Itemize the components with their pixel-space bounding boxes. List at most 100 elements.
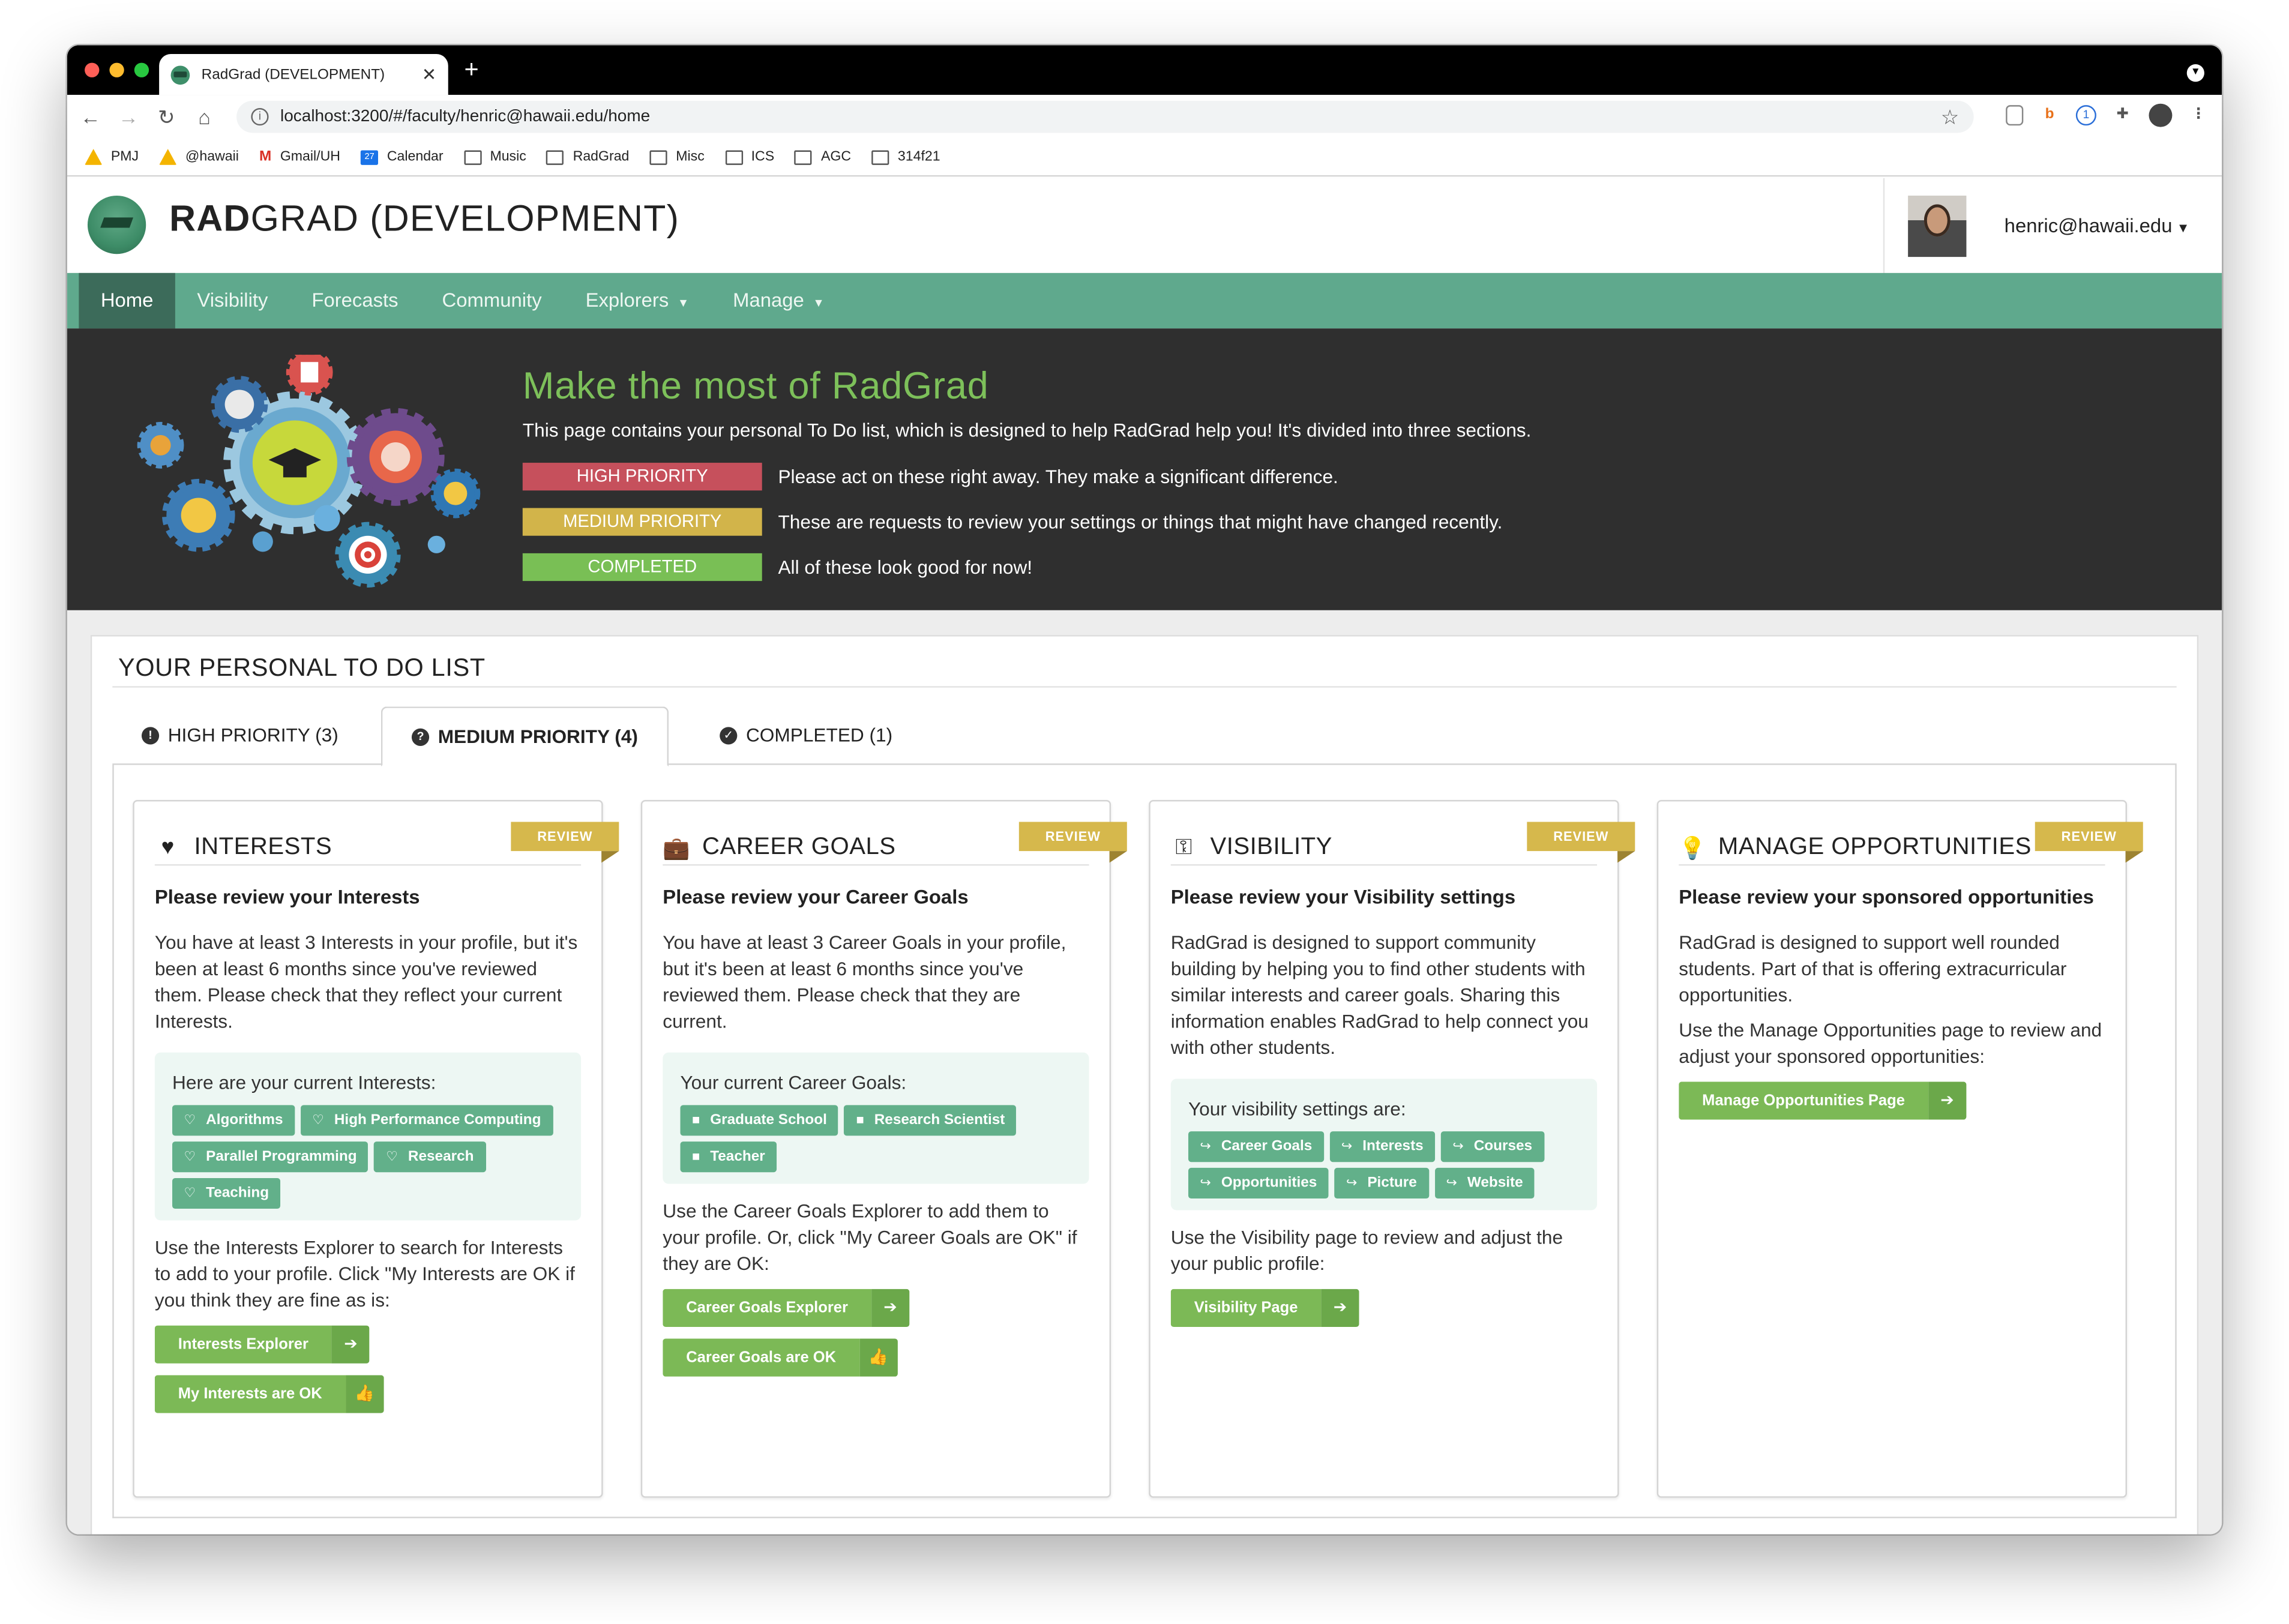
forward-arrow-icon[interactable]: → [114, 105, 143, 128]
bookmark-radgrad[interactable]: RadGrad [546, 149, 629, 165]
tab-completed[interactable]: ✓ COMPLETED (1) [691, 706, 922, 765]
box-title: Here are your current Interests: [172, 1071, 436, 1093]
card-text-2: Use the Interests Explorer to search for… [154, 1236, 575, 1311]
reload-icon[interactable]: ↻ [152, 104, 181, 129]
site-brand[interactable]: RADGRAD (DEVELOPMENT) [169, 199, 679, 241]
puzzle-icon[interactable]: ✚ [2111, 104, 2134, 127]
kebab-menu-icon[interactable]: ⋮ [2187, 104, 2210, 127]
gears-illustration [137, 355, 481, 588]
card-subtitle: Please review your Career Goals [663, 886, 969, 908]
radgrad-favicon-icon [170, 65, 190, 84]
maximize-window-button[interactable] [134, 62, 149, 77]
card-body: You have at least 3 Career Goals in your… [663, 930, 1089, 1377]
bookmark-pmj[interactable]: PMJ [85, 149, 139, 165]
card-header: 💼 CAREER GOALS [663, 831, 1089, 866]
browser-window: RadGrad (DEVELOPMENT) ✕ + ▼ ← → ↻ ⌂ i lo… [67, 45, 2222, 1535]
interest-chip-parallel-programming[interactable]: ♡ Parallel Programming [172, 1141, 369, 1173]
main-nav: Home Visibility Forecasts Community Expl… [67, 272, 2222, 329]
folder-icon [795, 149, 813, 164]
card-header: 💡 MANAGE OPPORTUNITIES [1679, 831, 2105, 866]
visibility-box: Your visibility settings are: ↪ Career Go… [1170, 1078, 1598, 1210]
career-chips: ■ Graduate School ■ Research Scientist ■ Te… [680, 1105, 1071, 1173]
avatar[interactable] [1908, 194, 1967, 256]
close-tab-icon[interactable]: ✕ [422, 64, 436, 85]
card-text-2: Use the Career Goals Explorer to add the… [663, 1200, 1077, 1275]
visibility-card: REVIEW ⚿ VISIBILITY Please review your V… [1149, 799, 1635, 1498]
nav-home[interactable]: Home [79, 272, 175, 329]
share-icon: ↪ [1341, 1138, 1353, 1153]
address-bar[interactable]: i localhost:3200/#/faculty/henric@hawaii… [236, 100, 1974, 133]
caret-down-icon: ▼ [2176, 220, 2190, 235]
reader-icon[interactable] [2006, 105, 2024, 126]
site-info-icon[interactable]: i [251, 107, 269, 126]
visibility-chip-website[interactable]: ↪ Website [1434, 1167, 1535, 1199]
interest-chip-teaching[interactable]: ♡ Teaching [172, 1177, 281, 1209]
bookmark-agc[interactable]: AGC [795, 149, 851, 165]
visibility-chip-interests[interactable]: ↪ Interests [1329, 1131, 1436, 1162]
lightbulb-icon: 💡 [1679, 835, 1707, 861]
career-chip-teacher[interactable]: ■ Teacher [680, 1141, 777, 1173]
visibility-chips: ↪ Career Goals ↪ Interests ↪ Courses ↪ Oppor… [1188, 1131, 1580, 1199]
nav-forecasts[interactable]: Forecasts [290, 273, 420, 328]
career-chip-graduate-school[interactable]: ■ Graduate School [680, 1105, 839, 1136]
bookmark-314f21[interactable]: 314f21 [871, 149, 940, 165]
visibility-chip-picture[interactable]: ↪ Picture [1334, 1167, 1429, 1199]
manage-opportunities-page-button[interactable]: Manage Opportunities Page ➔ [1679, 1081, 1967, 1120]
bookmark-hawaii[interactable]: @hawaii [159, 149, 239, 165]
visibility-page-button[interactable]: Visibility Page ➔ [1170, 1289, 1359, 1328]
tab-high-priority[interactable]: ! HIGH PRIORITY (3) [112, 706, 367, 765]
home-icon[interactable]: ⌂ [190, 105, 219, 128]
bookmark-music[interactable]: Music [463, 149, 526, 165]
bookmark-star-icon[interactable]: ☆ [1941, 104, 1960, 129]
extension-icon[interactable]: b [2038, 104, 2062, 127]
share-icon: ↪ [1200, 1175, 1211, 1190]
heart-outline-icon: ♡ [184, 1112, 196, 1127]
extensions-area: b 1 ✚ ⋮ [2006, 103, 2210, 127]
interests-explorer-button[interactable]: Interests Explorer ➔ [154, 1325, 370, 1364]
interest-chip-hpc[interactable]: ♡ High Performance Computing [300, 1105, 553, 1136]
new-tab-button[interactable]: + [465, 56, 479, 83]
visibility-chip-opportunities[interactable]: ↪ Opportunities [1188, 1167, 1329, 1199]
career-chip-research-scientist[interactable]: ■ Research Scientist [844, 1105, 1017, 1136]
my-interests-ok-button[interactable]: My Interests are OK 👍 [154, 1375, 384, 1413]
page-content: RADGRAD (DEVELOPMENT) henric@hawaii.edu ▼… [67, 178, 2222, 1535]
high-priority-badge: HIGH PRIORITY [522, 463, 762, 491]
bookmark-misc[interactable]: Misc [649, 149, 705, 165]
password-manager-icon[interactable]: 1 [2075, 105, 2096, 126]
bookmark-gmail[interactable]: M Gmail/UH [259, 149, 340, 165]
heart-outline-icon: ♡ [386, 1149, 398, 1164]
nav-manage[interactable]: Manage ▼ [711, 273, 847, 328]
todo-title: YOUR PERSONAL TO DO LIST [118, 654, 486, 682]
back-arrow-icon[interactable]: ← [76, 105, 105, 128]
card-body: RadGrad is designed to support community… [1170, 930, 1598, 1328]
arrow-circle-right-icon: ➔ [1928, 1081, 1967, 1120]
interest-chip-research[interactable]: ♡ Research [374, 1141, 486, 1173]
heart-outline-icon: ♡ [312, 1112, 324, 1127]
share-icon: ↪ [1346, 1175, 1358, 1190]
bookmark-ics[interactable]: ICS [724, 149, 774, 165]
career-goals-ok-button[interactable]: Career Goals are OK 👍 [663, 1338, 898, 1377]
tab-search-icon[interactable]: ▼ [2186, 64, 2204, 82]
gmail-icon: M [259, 149, 272, 165]
career-goals-explorer-button[interactable]: Career Goals Explorer ➔ [663, 1289, 910, 1328]
title-bar: RadGrad (DEVELOPMENT) ✕ + ▼ [67, 45, 2222, 95]
minimize-window-button[interactable] [109, 62, 124, 77]
nav-visibility[interactable]: Visibility [175, 273, 290, 328]
visibility-chip-career-goals[interactable]: ↪ Career Goals [1188, 1131, 1324, 1162]
tab-medium-priority[interactable]: ? MEDIUM PRIORITY (4) [380, 706, 669, 767]
radgrad-logo-icon[interactable] [87, 195, 146, 254]
user-menu[interactable]: henric@hawaii.edu ▼ [1883, 178, 2222, 273]
browser-tab[interactable]: RadGrad (DEVELOPMENT) ✕ [159, 53, 448, 95]
close-window-button[interactable] [85, 62, 100, 77]
nav-explorers[interactable]: Explorers ▼ [564, 273, 711, 328]
card-body: RadGrad is designed to support well roun… [1679, 930, 2105, 1120]
nav-community[interactable]: Community [420, 273, 564, 328]
browser-toolbar: ← → ↻ ⌂ i localhost:3200/#/faculty/henri… [67, 95, 2222, 139]
user-email[interactable]: henric@hawaii.edu ▼ [2005, 215, 2190, 236]
card-text: RadGrad is designed to support well roun… [1679, 931, 2067, 1006]
interest-chip-algorithms[interactable]: ♡ Algorithms [172, 1105, 295, 1136]
hero-banner: Make the most of RadGrad This page conta… [67, 328, 2222, 610]
bookmark-calendar[interactable]: 27 Calendar [361, 149, 444, 165]
visibility-chip-courses[interactable]: ↪ Courses [1440, 1131, 1544, 1162]
profile-avatar-icon[interactable] [2149, 103, 2173, 127]
